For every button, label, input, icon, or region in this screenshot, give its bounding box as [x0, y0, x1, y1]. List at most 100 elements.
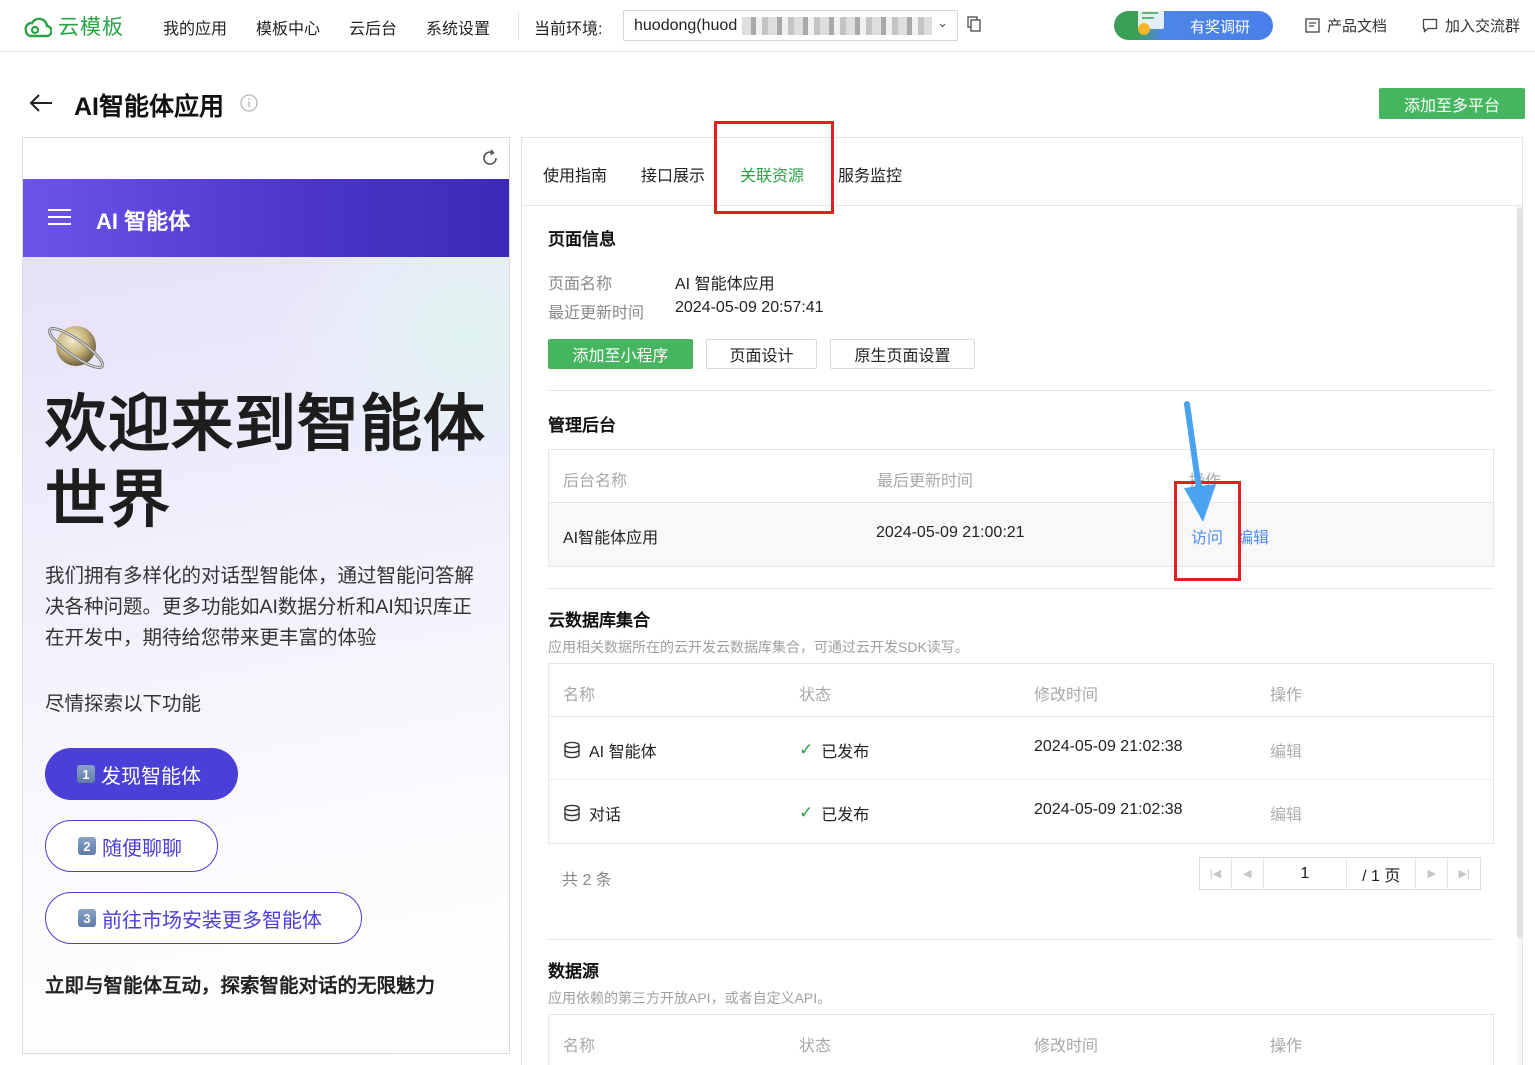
preview-app-header: AI 智能体: [23, 179, 509, 257]
next-page-icon[interactable]: ▶: [1416, 858, 1449, 889]
nav-cloud-backend[interactable]: 云后台: [349, 15, 397, 39]
datasource-description: 应用依赖的第三方开放API，或者自定义API。: [548, 990, 832, 1006]
db-description: 应用相关数据所在的云开发云数据库集合，可通过云开发SDK读写。: [548, 639, 969, 655]
nav-divider: [518, 12, 519, 40]
page-design-button[interactable]: 页面设计: [706, 339, 817, 369]
cta-label: 随便聊聊: [102, 837, 182, 860]
table-row: AI智能体应用 2024-05-09 21:00:21 访问 编辑: [549, 503, 1493, 566]
add-to-miniprogram-button[interactable]: 添加至小程序: [548, 339, 693, 369]
nav-my-apps[interactable]: 我的应用: [163, 15, 227, 39]
page-name-value: AI 智能体应用: [675, 276, 775, 293]
survey-button[interactable]: 有奖调研: [1114, 7, 1273, 40]
edit-link[interactable]: 编辑: [1270, 738, 1302, 762]
updated-value: 2024-05-09 20:57:41: [675, 299, 824, 316]
discover-agents-button[interactable]: 1 发现智能体: [45, 748, 238, 800]
docs-link[interactable]: 产品文档: [1305, 15, 1387, 36]
number-badge: 1: [77, 765, 95, 783]
number-badge: 2: [78, 837, 96, 855]
column-header: 状态: [799, 1038, 832, 1055]
copy-icon[interactable]: [967, 16, 981, 32]
admin-time: 2024-05-09 21:00:21: [876, 524, 1025, 541]
back-arrow-icon[interactable]: [28, 90, 54, 116]
admin-title: 管理后台: [548, 416, 616, 435]
prev-page-icon[interactable]: ◀: [1232, 858, 1264, 889]
menu-icon[interactable]: [48, 208, 71, 226]
page-title: AI智能体应用: [74, 93, 225, 121]
number-badge: 3: [78, 909, 96, 927]
env-value: huodong(huod: [634, 17, 738, 34]
tab-service-monitor[interactable]: 服务监控: [838, 162, 902, 186]
status-cell: ✓ 已发布: [799, 738, 869, 762]
info-icon[interactable]: [240, 94, 258, 112]
nav-system-settings[interactable]: 系统设置: [426, 15, 490, 39]
pointer-arrow-icon: [1184, 401, 1216, 522]
tab-usage-guide[interactable]: 使用指南: [543, 162, 607, 186]
datasource-title: 数据源: [548, 962, 599, 981]
logo[interactable]: 云模板: [22, 11, 124, 41]
detail-panel: 使用指南 接口展示 关联资源 服务监控 页面信息 页面名称 AI 智能体应用 最…: [521, 137, 1523, 1065]
page-total: / 1 页: [1347, 858, 1417, 889]
column-header: 后台名称: [563, 473, 628, 490]
env-select[interactable]: huodong(huod ⌄: [623, 10, 958, 41]
document-icon: [1305, 18, 1320, 33]
divider: [548, 939, 1494, 940]
survey-label: 有奖调研: [1190, 19, 1251, 36]
last-page-icon[interactable]: ▶|: [1448, 858, 1480, 889]
database-icon: [564, 804, 580, 822]
native-page-settings-button[interactable]: 原生页面设置: [830, 339, 975, 369]
status-text: 已发布: [821, 807, 870, 824]
logo-text: 云模板: [58, 16, 124, 39]
db-name-cell: 对话: [563, 801, 621, 825]
edit-link[interactable]: 编辑: [1237, 524, 1269, 548]
page-input[interactable]: 1: [1264, 858, 1347, 889]
refresh-icon[interactable]: [480, 148, 500, 168]
divider: [548, 588, 1494, 589]
modified-time: 2024-05-09 21:02:38: [1034, 801, 1183, 818]
hero-description: 我们拥有多样化的对话型智能体，通过智能问答解决各种问题。更多功能如AI数据分析和…: [45, 565, 475, 649]
scrollbar-thumb[interactable]: [1517, 208, 1522, 938]
casual-chat-button[interactable]: 2 随便聊聊: [45, 820, 218, 872]
preview-hero: 欢迎来到智能体世界 我们拥有多样化的对话型智能体，通过智能问答解决各种问题。更多…: [23, 257, 509, 1053]
column-header: 修改时间: [1034, 687, 1099, 704]
env-label: 当前环境:: [534, 21, 603, 38]
db-table: 名称 状态 修改时间 操作 AI 智能体 ✓ 已发布 2024-05-09 21…: [548, 663, 1494, 844]
planet-icon: [47, 326, 105, 369]
tab-api-display[interactable]: 接口展示: [641, 162, 705, 186]
top-nav: 云模板 我的应用 模板中心 云后台 系统设置 当前环境: huodong(huo…: [0, 0, 1535, 52]
column-header: 操作: [1270, 1038, 1303, 1055]
chevron-down-icon: ⌄: [937, 15, 948, 30]
db-name: 对话: [589, 807, 622, 824]
check-icon: ✓: [799, 740, 814, 759]
divider: [548, 390, 1494, 391]
db-name: AI 智能体: [589, 744, 657, 761]
join-group-link[interactable]: 加入交流群: [1422, 15, 1520, 36]
edit-link[interactable]: 编辑: [1270, 801, 1302, 825]
first-page-icon[interactable]: |◀: [1200, 858, 1232, 889]
datasource-table: 名称 状态 修改时间 操作: [548, 1014, 1494, 1065]
database-icon: [564, 741, 580, 759]
cloud-logo-icon: [24, 17, 52, 38]
app-preview: AI 智能体 欢迎来到智能体世界 我们拥有多样化的对话型智能体，通过智能问答解决…: [22, 137, 510, 1054]
hero-subtitle: 尽情探索以下功能: [45, 693, 202, 715]
db-title: 云数据库集合: [548, 611, 650, 630]
total-count: 共 2 条: [562, 872, 612, 889]
status-text: 已发布: [821, 744, 870, 761]
nav-template-center[interactable]: 模板中心: [256, 15, 320, 39]
column-header: 最后更新时间: [877, 473, 974, 490]
survey-icon: [1138, 7, 1164, 35]
hero-title: 欢迎来到智能体世界: [45, 390, 487, 535]
column-header: 名称: [563, 1038, 596, 1055]
db-name-cell: AI 智能体: [563, 738, 657, 762]
column-header: 名称: [563, 687, 596, 704]
add-to-platforms-button[interactable]: 添加至多平台: [1379, 88, 1525, 119]
market-install-button[interactable]: 3 前往市场安装更多智能体: [45, 892, 362, 944]
check-icon: ✓: [799, 803, 814, 822]
admin-name: AI智能体应用: [563, 530, 659, 547]
table-header: 名称 状态 修改时间 操作: [549, 1015, 1493, 1065]
cta-label: 前往市场安装更多智能体: [102, 909, 322, 932]
join-group-label: 加入交流群: [1445, 18, 1521, 35]
pagination: |◀ ◀ 1 / 1 页 ▶ ▶|: [1199, 857, 1481, 890]
table-header: 名称 状态 修改时间 操作: [549, 664, 1493, 717]
column-header: 状态: [799, 687, 832, 704]
updated-label: 最近更新时间: [548, 305, 645, 322]
